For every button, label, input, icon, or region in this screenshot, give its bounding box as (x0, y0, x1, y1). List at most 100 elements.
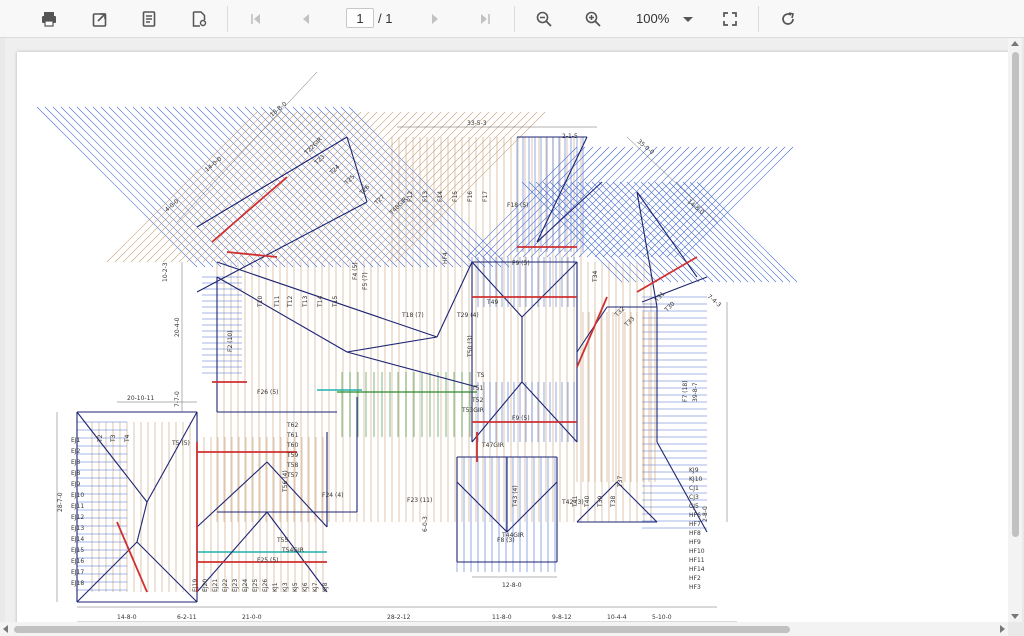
truss-label: T34 (592, 271, 599, 283)
truss-label: T5 (5) (171, 440, 190, 447)
jack-line (562, 146, 674, 258)
document-properties-button[interactable] (135, 6, 163, 32)
truss-line (258, 111, 410, 263)
chevron-down-icon[interactable] (683, 17, 693, 22)
ridge-line (196, 201, 368, 293)
first-page-button[interactable] (242, 6, 270, 32)
jack-label: EJ18 (71, 580, 84, 587)
refresh-button[interactable] (774, 6, 802, 32)
dimension-label: 2-8-0 (702, 506, 709, 522)
truss-label: T58 (286, 462, 298, 469)
dimension-label: 20-4-0 (174, 317, 181, 337)
dimension-label: 33-5-3 (467, 120, 487, 127)
dimension-label: 10-2-3 (162, 262, 169, 282)
truss-label: F13 (422, 191, 429, 202)
print-button[interactable] (35, 6, 63, 32)
girder-line (576, 296, 608, 368)
ridge-line (436, 261, 473, 338)
ridge-line (76, 541, 138, 603)
jack-line (554, 146, 666, 258)
viewer-toolbar: / 1 100% (0, 0, 1024, 38)
jack-label: CJ3 (689, 494, 699, 501)
jack-label: HF7 (689, 521, 701, 528)
truss-label: F18 (5) (507, 202, 529, 209)
jack-label: EJ22 (222, 579, 229, 592)
truss-label: F5 (7) (362, 272, 369, 290)
truss-label: T61 (286, 432, 298, 439)
jack-label: CJ1 (689, 485, 699, 492)
last-page-button[interactable] (471, 6, 499, 32)
jack-label: EJ14 (71, 536, 84, 543)
scroll-right-icon[interactable] (1000, 625, 1005, 633)
jack-label: EJ19 (192, 579, 199, 592)
truss-label: F24 (4) (322, 492, 344, 499)
scroll-left-icon[interactable] (3, 625, 8, 633)
scroll-down-icon[interactable] (1011, 614, 1019, 619)
dimension-label: 35-0-0 (636, 138, 656, 156)
truss-label: T3 (110, 434, 117, 443)
fullscreen-icon (723, 12, 737, 26)
document-settings-button[interactable] (185, 6, 213, 32)
dimension-label: 20-10-11 (127, 395, 154, 402)
dimension-label: 2-1-5 (562, 133, 578, 140)
truss-line (114, 111, 266, 263)
truss-label: F15 (452, 191, 459, 202)
next-page-button[interactable] (421, 6, 449, 32)
truss-line (162, 111, 314, 263)
truss-line (106, 111, 258, 263)
truss-label: T10 (257, 296, 264, 308)
jack-label: HF14 (689, 566, 705, 573)
truss-line (274, 111, 426, 263)
ridge-line (136, 541, 198, 603)
page-number-input[interactable] (346, 8, 374, 28)
fit-page-button[interactable] (716, 6, 744, 32)
file-settings-icon (192, 11, 207, 27)
jack-label: HF2 (689, 575, 701, 582)
horizontal-scrollbar[interactable] (0, 622, 1008, 636)
truss-label: T37 (617, 476, 624, 488)
jack-label: KJ3 (282, 582, 289, 592)
truss-label: T2 (97, 434, 104, 443)
download-button[interactable] (86, 6, 114, 32)
first-page-icon (251, 14, 260, 24)
previous-page-icon (303, 14, 309, 24)
jack-label: KJ9 (689, 467, 699, 474)
truss-line (170, 111, 322, 263)
truss-label: T53GIR (461, 407, 484, 414)
zoom-out-button[interactable] (530, 6, 558, 32)
truss-line (178, 111, 330, 263)
truss-label: T52 (471, 397, 483, 404)
dimension-label: 6-0-3 (422, 516, 429, 532)
jack-label: HF8 (689, 530, 701, 537)
jack-line (618, 146, 730, 258)
jack-line (546, 146, 658, 258)
zoom-in-button[interactable] (579, 6, 607, 32)
dimension-label: 10-4-4 (607, 614, 627, 621)
truss-line (154, 111, 306, 263)
jack-label: EJ10 (71, 492, 84, 499)
document-viewer[interactable]: 18-8-0 14-0-0 4-0-0 33-5-3 2-1-5 35-0-0 14-8-0… (5, 38, 1020, 622)
truss-line (354, 111, 506, 263)
jack-label: EJ9 (71, 481, 81, 488)
ridge-line (216, 261, 438, 338)
jack-line (658, 146, 770, 258)
truss-line (370, 111, 522, 263)
vertical-scroll-thumb[interactable] (1012, 52, 1019, 537)
document-icon (142, 11, 156, 27)
jack-label: EJ26 (262, 579, 269, 592)
truss-line (250, 111, 402, 263)
truss-line (266, 111, 418, 263)
previous-page-button[interactable] (292, 6, 320, 32)
next-page-icon (432, 14, 438, 24)
jack-label: EJ13 (71, 525, 84, 532)
zoom-level[interactable]: 100% (636, 11, 669, 26)
last-page-icon (481, 14, 490, 24)
truss-line (378, 111, 530, 263)
scroll-up-icon[interactable] (1011, 41, 1019, 46)
vertical-scrollbar[interactable] (1008, 38, 1022, 622)
horizontal-scroll-thumb[interactable] (14, 626, 790, 633)
jack-label: HF6 (689, 512, 701, 519)
dimension-label: 28-2-12 (387, 614, 411, 621)
truss-line (210, 111, 362, 263)
truss-line (226, 111, 378, 263)
